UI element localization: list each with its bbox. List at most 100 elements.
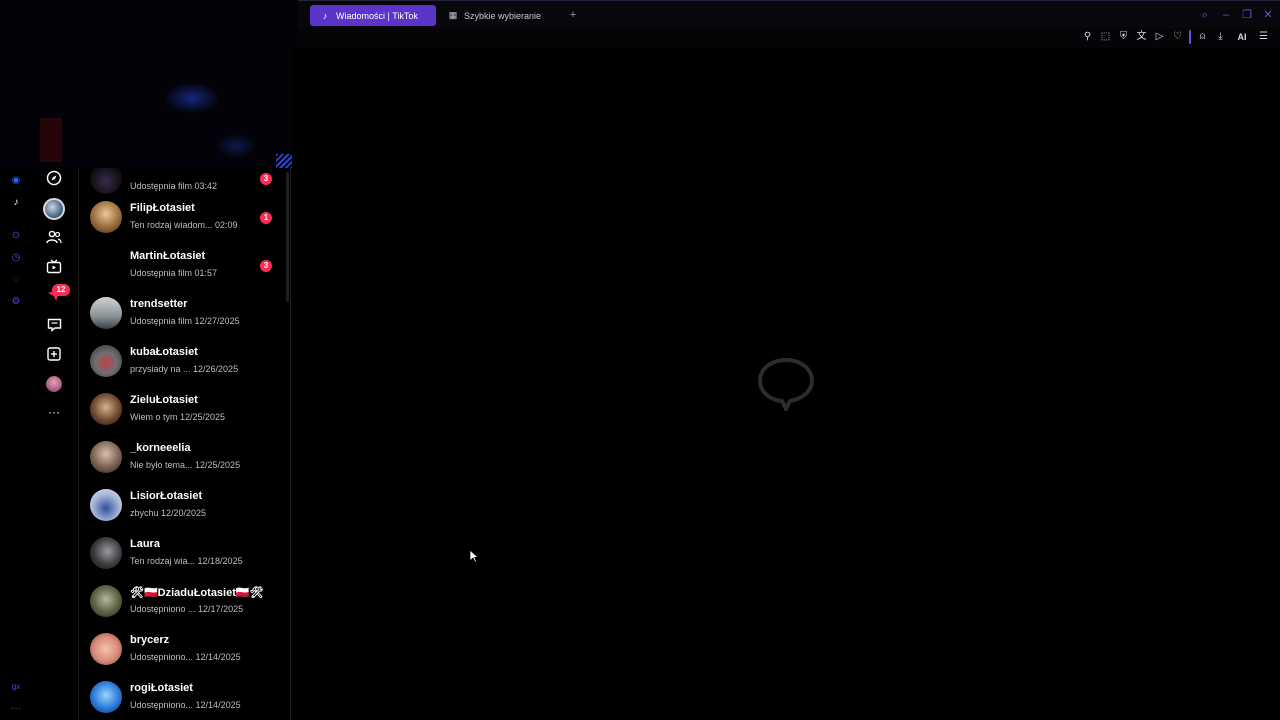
conversation-item[interactable]: brycerz Udostępniono... 12/14/2025 (79, 625, 284, 673)
unread-badge: 3 (260, 173, 272, 185)
browser-toolbar: ⚲ ⬚ ⛨ 文 ▷ ♡ ⍝ ⤓ AI ☰ (298, 28, 1280, 48)
avatar (90, 345, 122, 377)
tab-tiktok-messages[interactable]: ♪ Wiadomości | TikTok (310, 5, 436, 26)
tab-speed-dial[interactable]: ▦ Szybkie wybieranie (438, 5, 566, 26)
conversation-preview: Nie było tema... 12/25/2025 (130, 460, 241, 470)
tiktok-icon[interactable]: ♪ (9, 196, 23, 210)
video-thumbnail (0, 0, 298, 168)
conversation-preview: Udostępnia film 03:42 (130, 181, 218, 191)
heart-icon[interactable]: ♡ (1171, 30, 1184, 44)
avatar (90, 168, 122, 194)
list-scrollbar[interactable] (286, 172, 289, 302)
avatar (90, 393, 122, 425)
conversation-name: rogiŁotasiet (130, 682, 193, 694)
toolbar-icons: ⚲ ⬚ ⛨ 文 ▷ ♡ ⍝ ⤓ AI ☰ (1081, 30, 1270, 44)
minimize-icon[interactable]: – (1220, 8, 1232, 22)
conversation-preview: przysiady na ... 12/26/2025 (130, 364, 239, 374)
chat-bubble-icon (758, 358, 814, 411)
chat-main-area (292, 48, 1280, 720)
avatar (90, 441, 122, 473)
profile-avatar[interactable] (46, 376, 62, 392)
friends-icon[interactable] (44, 227, 64, 247)
more-icon[interactable]: ··· (9, 702, 23, 716)
account-icon[interactable]: ⍝ (1196, 30, 1209, 44)
window-controls: ⌕ – ❐ ✕ (1199, 8, 1274, 22)
new-tab-button[interactable]: + (568, 10, 578, 21)
conversation-name: FilipŁotasiet (130, 202, 195, 214)
conversation-name: LisiorŁotasiet (130, 490, 203, 502)
avatar (90, 201, 122, 233)
conversation-preview: zbychu 12/20/2025 (130, 508, 207, 518)
messages-icon[interactable] (44, 315, 64, 335)
upload-icon[interactable] (44, 344, 64, 364)
restore-icon[interactable]: ❐ (1241, 8, 1253, 22)
conversation-name: ZieluŁotasiet (130, 394, 198, 406)
activity-badge: 12 (52, 284, 70, 296)
conversation-name: trendsetter (130, 298, 188, 310)
download-icon[interactable]: ⤓ (1214, 30, 1227, 44)
conversation-name: MartinŁotasiet (130, 250, 206, 262)
conversation-preview: Wiem o tym 12/25/2025 (130, 412, 226, 422)
conversation-item[interactable]: 🛠🇵🇱DziaduŁotasiet🇵🇱🛠 Udostępniono ... 12… (79, 577, 284, 625)
conversation-preview: Udostępnia film 12/27/2025 (130, 316, 240, 326)
toolbar-separator (1189, 30, 1191, 44)
conversation-item[interactable]: trendsetter Udostępnia film 12/27/2025 (79, 289, 284, 337)
gx-label[interactable]: gx (9, 680, 23, 694)
avatar (90, 537, 122, 569)
avatar (90, 585, 122, 617)
conversation-name: brycerz (130, 634, 170, 646)
conversation-item[interactable]: _korneeelia Nie było tema... 12/25/2025 (79, 433, 284, 481)
conversation-preview: Udostępnia film 01:57 (130, 268, 218, 278)
unread-badge: 3 (260, 260, 272, 272)
tiktok-nav-rail: 12 ··· (33, 168, 78, 720)
tab-label: Wiadomości | TikTok (336, 10, 418, 21)
play-icon[interactable]: ▷ (1153, 30, 1166, 44)
avatar (90, 489, 122, 521)
conversation-item[interactable]: LisiorŁotasiet zbychu 12/20/2025 (79, 481, 284, 529)
conversation-item[interactable]: FilipŁotasiet Ten rodzaj wiadom... 02:09… (79, 193, 284, 241)
player-icon[interactable]: ⊙ (9, 229, 23, 243)
live-icon[interactable] (44, 256, 64, 276)
explore-icon[interactable] (44, 168, 64, 188)
settings-icon[interactable]: ⚙ (9, 295, 23, 309)
conversation-preview: Ten rodzaj wiadom... 02:09 (130, 220, 238, 230)
conversation-name: kubaŁotasiet (130, 346, 198, 358)
conversation-list: Udostępnia film 03:42 3 FilipŁotasiet Te… (78, 168, 291, 720)
ai-button[interactable]: AI (1232, 30, 1252, 44)
messenger-icon[interactable]: ◉ (9, 174, 23, 188)
conversation-item[interactable]: MartinŁotasiet Udostępnia film 01:57 3 (79, 241, 284, 289)
conversation-item[interactable]: ZieluŁotasiet Wiem o tym 12/25/2025 (79, 385, 284, 433)
close-icon[interactable]: ✕ (1262, 8, 1274, 22)
search-icon[interactable]: ⌕ (1199, 8, 1211, 22)
conversation-item[interactable]: rogiŁotasiet Udostępniono... 12/14/2025 (79, 673, 284, 720)
thumbnail-detail (40, 118, 62, 162)
conversation-item[interactable]: Laura Ten rodzaj wia... 12/18/2025 (79, 529, 284, 577)
shield-icon[interactable]: ⛨ (1117, 30, 1130, 44)
conversation-preview: Udostępniono... 12/14/2025 (130, 652, 241, 662)
conversation-name: 🛠🇵🇱DziaduŁotasiet🇵🇱🛠 (130, 587, 264, 599)
menu-icon[interactable]: ☰ (1257, 30, 1270, 44)
avatar (90, 297, 122, 329)
tab-label: Szybkie wybieranie (464, 10, 542, 21)
conversation-name: Laura (130, 538, 160, 550)
more-icon[interactable]: ··· (44, 402, 64, 422)
conversation-name: _korneeelia (130, 442, 191, 454)
grid-icon: ▦ (448, 10, 458, 20)
history-icon[interactable]: ◷ (9, 251, 23, 265)
unread-badge: 1 (260, 212, 272, 224)
conversation-preview: Ten rodzaj wia... 12/18/2025 (130, 556, 243, 566)
browser-side-panel: ◉ ♪ ⊙ ◷ ◌ ⚙ gx ··· (0, 168, 33, 720)
avatar (90, 681, 122, 713)
conversation-preview: Udostępniono... 12/14/2025 (130, 700, 241, 710)
translate-icon[interactable]: 文 (1135, 30, 1148, 44)
conversation-preview: Udostępniono ... 12/17/2025 (130, 604, 244, 614)
following-avatar[interactable] (43, 198, 65, 220)
mouse-cursor-icon (469, 549, 479, 563)
conversation-item[interactable]: kubaŁotasiet przysiady na ... 12/26/2025 (79, 337, 284, 385)
pin-icon[interactable]: ⚲ (1081, 30, 1094, 44)
tiktok-icon: ♪ (322, 10, 328, 21)
chat-icon[interactable]: ◌ (9, 273, 23, 287)
avatar (90, 633, 122, 665)
browser-tab-bar: ♪ Wiadomości | TikTok ▦ Szybkie wybieran… (298, 0, 1280, 28)
snapshot-icon[interactable]: ⬚ (1099, 30, 1112, 44)
